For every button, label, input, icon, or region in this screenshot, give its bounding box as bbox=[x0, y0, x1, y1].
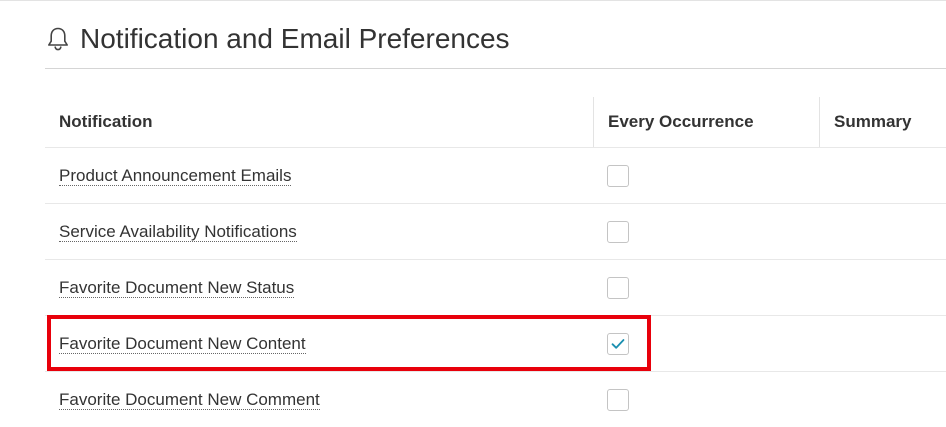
notification-cell: Favorite Document New Content bbox=[45, 316, 593, 371]
every-occurrence-cell bbox=[593, 372, 819, 427]
notification-label[interactable]: Favorite Document New Comment bbox=[59, 390, 320, 410]
summary-cell bbox=[819, 148, 946, 203]
table-row: Favorite Document New Content bbox=[45, 316, 946, 372]
every-occurrence-cell bbox=[593, 260, 819, 315]
summary-cell bbox=[819, 372, 946, 427]
checkmark-icon bbox=[611, 338, 625, 349]
bell-icon bbox=[46, 26, 70, 52]
every-occurrence-checkbox[interactable] bbox=[607, 276, 629, 299]
summary-cell bbox=[819, 316, 946, 371]
table-body: Product Announcement Emails Service Avail… bbox=[45, 148, 946, 427]
every-occurrence-checkbox[interactable] bbox=[607, 388, 629, 411]
section-header: Notification and Email Preferences bbox=[46, 19, 510, 59]
column-header-notification: Notification bbox=[59, 112, 153, 131]
every-occurrence-cell bbox=[593, 204, 819, 259]
every-occurrence-checkbox[interactable] bbox=[607, 220, 629, 243]
table-row: Service Availability Notifications bbox=[45, 204, 946, 260]
notification-cell: Product Announcement Emails bbox=[45, 148, 593, 203]
every-occurrence-checkbox[interactable] bbox=[607, 332, 629, 355]
page-title: Notification and Email Preferences bbox=[80, 23, 510, 54]
summary-cell bbox=[819, 260, 946, 315]
table-row: Product Announcement Emails bbox=[45, 148, 946, 204]
column-header-every-occurrence: Every Occurrence bbox=[593, 97, 819, 147]
preferences-table: Notification Every Occurrence Summary Pr… bbox=[45, 97, 946, 427]
table-row: Favorite Document New Comment bbox=[45, 372, 946, 427]
table-row: Favorite Document New Status bbox=[45, 260, 946, 316]
notification-cell: Favorite Document New Comment bbox=[45, 372, 593, 427]
notification-cell: Favorite Document New Status bbox=[45, 260, 593, 315]
notification-label[interactable]: Favorite Document New Status bbox=[59, 278, 295, 298]
every-occurrence-cell bbox=[593, 316, 819, 371]
notification-preferences-page: Notification and Email Preferences Notif… bbox=[0, 0, 946, 427]
summary-cell bbox=[819, 204, 946, 259]
notification-label[interactable]: Product Announcement Emails bbox=[59, 166, 292, 186]
notification-cell: Service Availability Notifications bbox=[45, 204, 593, 259]
header-divider bbox=[45, 68, 946, 69]
notification-label[interactable]: Favorite Document New Content bbox=[59, 334, 306, 354]
every-occurrence-checkbox[interactable] bbox=[607, 164, 629, 187]
column-header-summary: Summary bbox=[819, 97, 946, 147]
table-header-row: Notification Every Occurrence Summary bbox=[45, 97, 946, 148]
notification-label[interactable]: Service Availability Notifications bbox=[59, 222, 297, 242]
every-occurrence-cell bbox=[593, 148, 819, 203]
